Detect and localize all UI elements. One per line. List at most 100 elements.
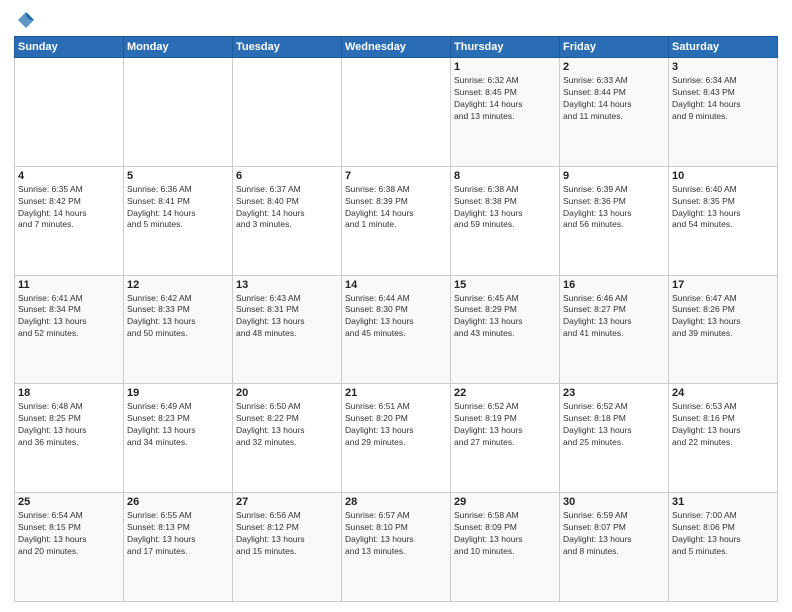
calendar-cell: 13 Sunrise: 6:43 AM Sunset: 8:31 PM Dayli… <box>233 275 342 384</box>
calendar-cell: 6 Sunrise: 6:37 AM Sunset: 8:40 PM Daylig… <box>233 166 342 275</box>
calendar-cell: 23 Sunrise: 6:52 AM Sunset: 8:18 PM Dayli… <box>560 384 669 493</box>
calendar-cell: 21 Sunrise: 6:51 AM Sunset: 8:20 PM Dayli… <box>342 384 451 493</box>
day-info: Sunrise: 7:00 AM Sunset: 8:06 PM Dayligh… <box>672 510 774 558</box>
calendar-cell: 18 Sunrise: 6:48 AM Sunset: 8:25 PM Dayli… <box>15 384 124 493</box>
day-number: 3 <box>672 61 774 73</box>
day-info: Sunrise: 6:52 AM Sunset: 8:18 PM Dayligh… <box>563 401 665 449</box>
day-info: Sunrise: 6:52 AM Sunset: 8:19 PM Dayligh… <box>454 401 556 449</box>
calendar-cell: 14Sunrise: 6:44 AM Sunset: 8:30 PM Dayli… <box>342 275 451 384</box>
calendar-cell <box>124 58 233 167</box>
calendar-cell: 15 Sunrise: 6:45 AM Sunset: 8:29 PM Dayli… <box>451 275 560 384</box>
calendar-cell <box>15 58 124 167</box>
day-number: 8 <box>454 170 556 182</box>
day-number: 21 <box>345 387 447 399</box>
day-info: Sunrise: 6:39 AM Sunset: 8:36 PM Dayligh… <box>563 184 665 232</box>
logo <box>14 10 36 30</box>
day-number: 15 <box>454 279 556 291</box>
day-number: 28 <box>345 496 447 508</box>
day-info: Sunrise: 6:38 AM Sunset: 8:39 PM Dayligh… <box>345 184 447 232</box>
logo-icon <box>16 10 36 30</box>
calendar-header-thursday: Thursday <box>451 37 560 58</box>
day-number: 22 <box>454 387 556 399</box>
calendar-header-friday: Friday <box>560 37 669 58</box>
day-number: 25 <box>18 496 120 508</box>
calendar-header-row: SundayMondayTuesdayWednesdayThursdayFrid… <box>15 37 778 58</box>
day-number: 1 <box>454 61 556 73</box>
day-info: Sunrise: 6:50 AM Sunset: 8:22 PM Dayligh… <box>236 401 338 449</box>
calendar-cell: 11 Sunrise: 6:41 AM Sunset: 8:34 PM Dayli… <box>15 275 124 384</box>
calendar-week-0: 1 Sunrise: 6:32 AM Sunset: 8:45 PM Daylig… <box>15 58 778 167</box>
calendar-week-2: 11 Sunrise: 6:41 AM Sunset: 8:34 PM Dayli… <box>15 275 778 384</box>
day-info: Sunrise: 6:55 AM Sunset: 8:13 PM Dayligh… <box>127 510 229 558</box>
day-info: Sunrise: 6:40 AM Sunset: 8:35 PM Dayligh… <box>672 184 774 232</box>
calendar-cell: 28 Sunrise: 6:57 AM Sunset: 8:10 PM Dayli… <box>342 493 451 602</box>
day-number: 11 <box>18 279 120 291</box>
calendar-cell: 7 Sunrise: 6:38 AM Sunset: 8:39 PM Daylig… <box>342 166 451 275</box>
calendar-cell: 17Sunrise: 6:47 AM Sunset: 8:26 PM Dayli… <box>669 275 778 384</box>
calendar-cell: 25 Sunrise: 6:54 AM Sunset: 8:15 PM Dayli… <box>15 493 124 602</box>
day-info: Sunrise: 6:44 AM Sunset: 8:30 PM Dayligh… <box>345 293 447 341</box>
calendar-cell: 24 Sunrise: 6:53 AM Sunset: 8:16 PM Dayli… <box>669 384 778 493</box>
day-info: Sunrise: 6:37 AM Sunset: 8:40 PM Dayligh… <box>236 184 338 232</box>
page: SundayMondayTuesdayWednesdayThursdayFrid… <box>0 0 792 612</box>
day-info: Sunrise: 6:53 AM Sunset: 8:16 PM Dayligh… <box>672 401 774 449</box>
day-number: 18 <box>18 387 120 399</box>
calendar-header-sunday: Sunday <box>15 37 124 58</box>
calendar-cell: 26 Sunrise: 6:55 AM Sunset: 8:13 PM Dayli… <box>124 493 233 602</box>
calendar-cell: 31Sunrise: 7:00 AM Sunset: 8:06 PM Dayli… <box>669 493 778 602</box>
calendar-header-wednesday: Wednesday <box>342 37 451 58</box>
day-info: Sunrise: 6:49 AM Sunset: 8:23 PM Dayligh… <box>127 401 229 449</box>
day-number: 29 <box>454 496 556 508</box>
day-info: Sunrise: 6:41 AM Sunset: 8:34 PM Dayligh… <box>18 293 120 341</box>
calendar-cell: 4 Sunrise: 6:35 AM Sunset: 8:42 PM Daylig… <box>15 166 124 275</box>
calendar-cell: 16Sunrise: 6:46 AM Sunset: 8:27 PM Dayli… <box>560 275 669 384</box>
calendar-cell: 5 Sunrise: 6:36 AM Sunset: 8:41 PM Daylig… <box>124 166 233 275</box>
day-info: Sunrise: 6:48 AM Sunset: 8:25 PM Dayligh… <box>18 401 120 449</box>
day-number: 6 <box>236 170 338 182</box>
day-number: 7 <box>345 170 447 182</box>
day-number: 27 <box>236 496 338 508</box>
day-number: 4 <box>18 170 120 182</box>
day-info: Sunrise: 6:32 AM Sunset: 8:45 PM Dayligh… <box>454 75 556 123</box>
day-info: Sunrise: 6:46 AM Sunset: 8:27 PM Dayligh… <box>563 293 665 341</box>
calendar: SundayMondayTuesdayWednesdayThursdayFrid… <box>14 36 778 602</box>
day-info: Sunrise: 6:56 AM Sunset: 8:12 PM Dayligh… <box>236 510 338 558</box>
calendar-cell: 1 Sunrise: 6:32 AM Sunset: 8:45 PM Daylig… <box>451 58 560 167</box>
calendar-cell: 2 Sunrise: 6:33 AM Sunset: 8:44 PM Daylig… <box>560 58 669 167</box>
day-info: Sunrise: 6:58 AM Sunset: 8:09 PM Dayligh… <box>454 510 556 558</box>
calendar-header-saturday: Saturday <box>669 37 778 58</box>
day-info: Sunrise: 6:35 AM Sunset: 8:42 PM Dayligh… <box>18 184 120 232</box>
calendar-week-4: 25 Sunrise: 6:54 AM Sunset: 8:15 PM Dayli… <box>15 493 778 602</box>
day-info: Sunrise: 6:43 AM Sunset: 8:31 PM Dayligh… <box>236 293 338 341</box>
calendar-cell: 12Sunrise: 6:42 AM Sunset: 8:33 PM Dayli… <box>124 275 233 384</box>
day-number: 2 <box>563 61 665 73</box>
day-number: 23 <box>563 387 665 399</box>
calendar-cell <box>342 58 451 167</box>
day-info: Sunrise: 6:54 AM Sunset: 8:15 PM Dayligh… <box>18 510 120 558</box>
day-info: Sunrise: 6:59 AM Sunset: 8:07 PM Dayligh… <box>563 510 665 558</box>
calendar-header-monday: Monday <box>124 37 233 58</box>
day-info: Sunrise: 6:34 AM Sunset: 8:43 PM Dayligh… <box>672 75 774 123</box>
calendar-cell: 20Sunrise: 6:50 AM Sunset: 8:22 PM Dayli… <box>233 384 342 493</box>
day-info: Sunrise: 6:42 AM Sunset: 8:33 PM Dayligh… <box>127 293 229 341</box>
header <box>14 10 778 30</box>
calendar-cell: 3 Sunrise: 6:34 AM Sunset: 8:43 PM Daylig… <box>669 58 778 167</box>
day-info: Sunrise: 6:51 AM Sunset: 8:20 PM Dayligh… <box>345 401 447 449</box>
day-number: 19 <box>127 387 229 399</box>
day-number: 17 <box>672 279 774 291</box>
day-info: Sunrise: 6:57 AM Sunset: 8:10 PM Dayligh… <box>345 510 447 558</box>
calendar-header-tuesday: Tuesday <box>233 37 342 58</box>
day-info: Sunrise: 6:45 AM Sunset: 8:29 PM Dayligh… <box>454 293 556 341</box>
day-info: Sunrise: 6:33 AM Sunset: 8:44 PM Dayligh… <box>563 75 665 123</box>
calendar-cell: 9Sunrise: 6:39 AM Sunset: 8:36 PM Daylig… <box>560 166 669 275</box>
calendar-cell: 10Sunrise: 6:40 AM Sunset: 8:35 PM Dayli… <box>669 166 778 275</box>
calendar-cell: 8Sunrise: 6:38 AM Sunset: 8:38 PM Daylig… <box>451 166 560 275</box>
calendar-cell: 27 Sunrise: 6:56 AM Sunset: 8:12 PM Dayli… <box>233 493 342 602</box>
day-number: 26 <box>127 496 229 508</box>
calendar-cell: 22 Sunrise: 6:52 AM Sunset: 8:19 PM Dayli… <box>451 384 560 493</box>
day-number: 13 <box>236 279 338 291</box>
calendar-cell <box>233 58 342 167</box>
day-number: 5 <box>127 170 229 182</box>
day-info: Sunrise: 6:36 AM Sunset: 8:41 PM Dayligh… <box>127 184 229 232</box>
day-number: 24 <box>672 387 774 399</box>
